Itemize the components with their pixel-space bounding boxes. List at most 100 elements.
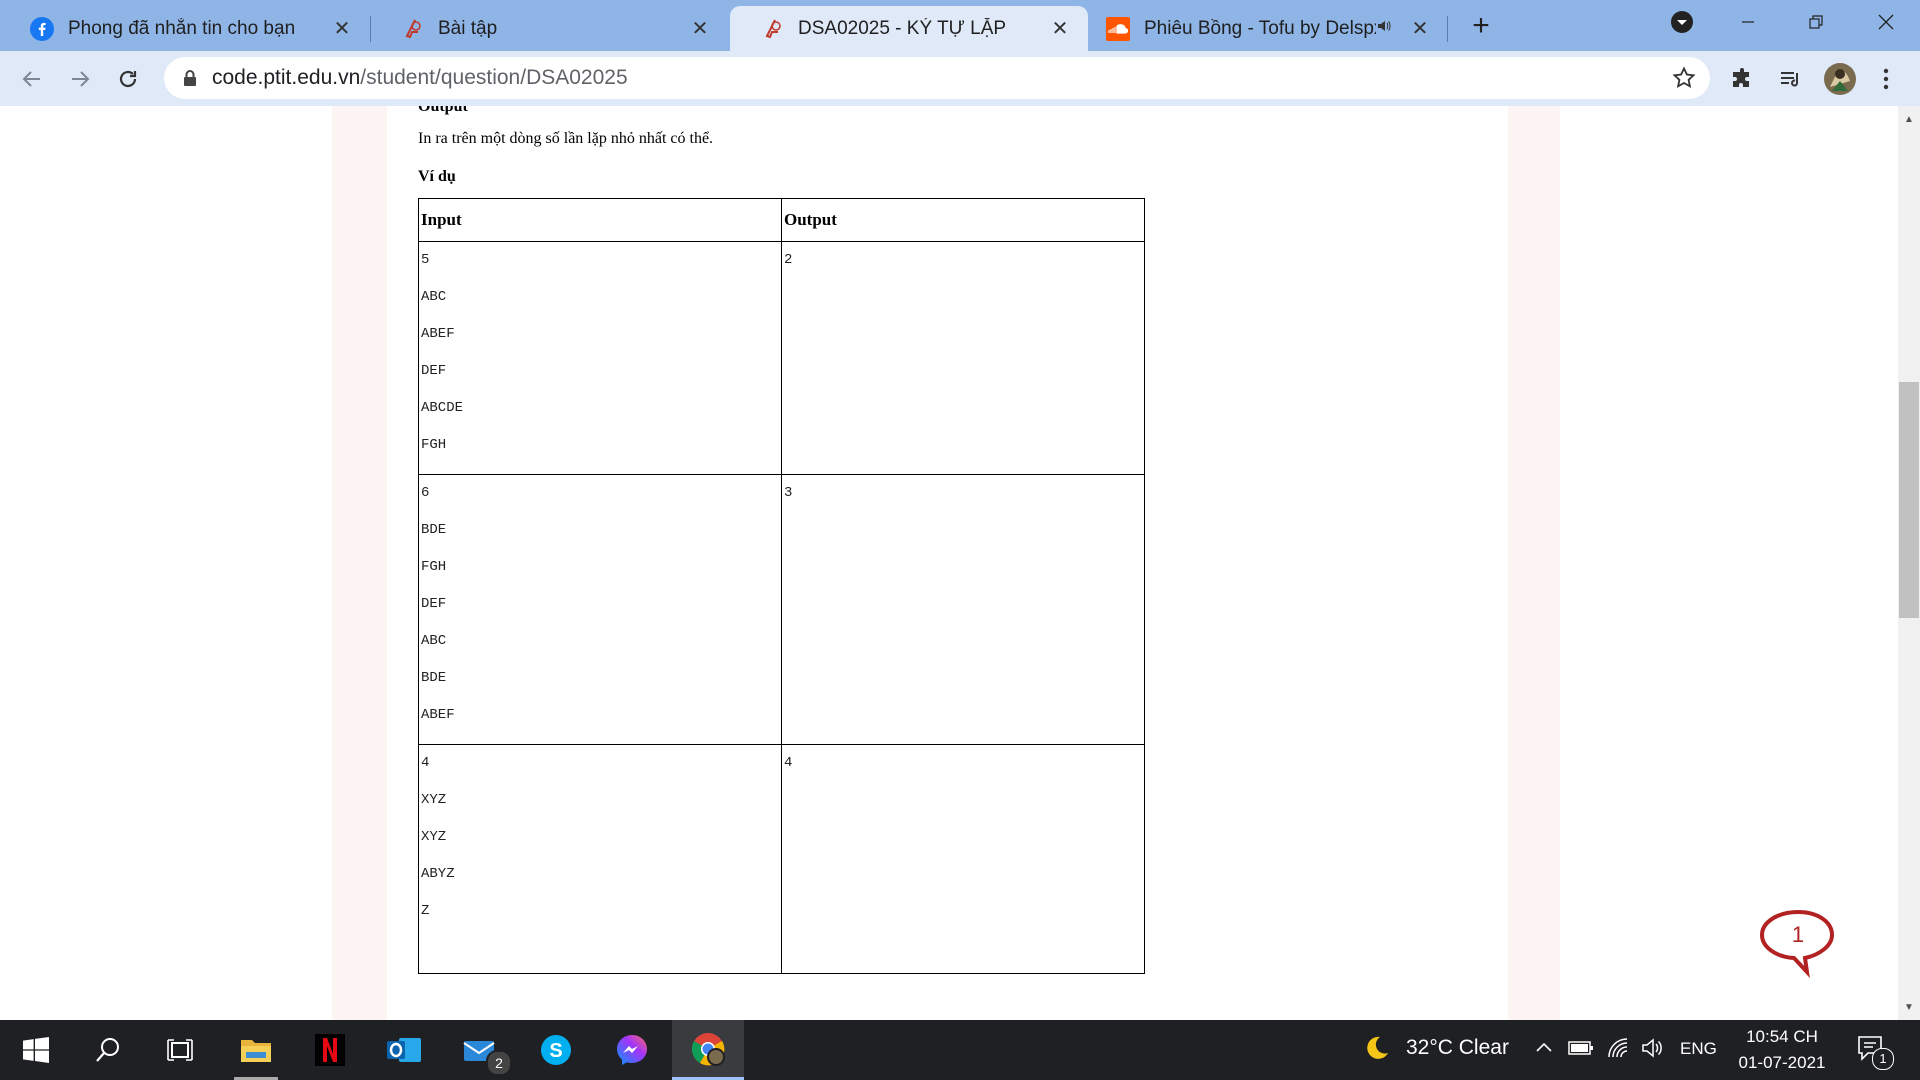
notification-badge: 1 [1872,1048,1894,1070]
page-gutter-right [1508,106,1560,1020]
task-view-button[interactable] [144,1020,216,1080]
new-tab-button[interactable]: + [1466,11,1496,42]
input-line: FGH [421,437,447,453]
chevron-up-icon[interactable] [1534,1038,1554,1064]
search-button[interactable] [72,1020,144,1080]
volume-icon[interactable] [1640,1036,1664,1066]
chat-badge: 1 [1791,922,1805,947]
input-line: DEF [421,596,447,612]
close-tab-icon[interactable]: ✕ [1048,17,1072,41]
input-line: ABCDE [421,400,464,416]
scrollbar-thumb[interactable] [1899,382,1919,618]
language-indicator[interactable]: ENG [1680,1039,1717,1059]
bookmark-star-icon[interactable] [1672,66,1696,90]
tab-soundcloud[interactable]: Phiêu Bồng - Tofu by Delspx ✕ [1090,6,1448,51]
reload-button[interactable] [110,61,146,97]
clock[interactable]: 10:54 CH 01-07-2021 [1722,1024,1842,1076]
url-text: code.ptit.edu.vn/student/question/DSA020… [212,66,628,90]
example-input-cell: 4 XYZ XYZ ABYZ Z [418,744,782,974]
input-line: 6 [421,485,430,501]
url-host: code.ptit.edu.vn [212,66,361,89]
mail-app[interactable]: 2 [444,1020,516,1080]
file-explorer-app[interactable] [220,1020,292,1080]
tab-dsa02025[interactable]: DSA02025 - KÝ TỰ LẶP ✕ [730,6,1088,51]
more-menu-icon[interactable] [1872,65,1900,93]
close-tab-icon[interactable]: ✕ [1408,17,1432,41]
url-path: /student/question/DSA02025 [360,66,628,89]
facebook-icon [30,16,54,41]
start-button[interactable] [0,1020,72,1080]
outlook-app[interactable] [368,1020,440,1080]
input-line: ABEF [421,707,455,723]
input-line: 4 [421,755,430,771]
minimize-button[interactable] [1718,0,1778,44]
wifi-icon[interactable] [1606,1036,1630,1066]
weather-text[interactable]: 32°C Clear [1406,1036,1509,1060]
example-output-cell: 4 [781,744,1145,974]
messenger-app[interactable] [596,1020,668,1080]
page-background [0,106,332,1020]
outlook-icon [387,1038,421,1062]
netflix-app[interactable] [294,1020,366,1080]
input-line: ABEF [421,326,455,342]
weather-moon-icon[interactable] [1362,1034,1390,1068]
notification-center-icon[interactable]: 1 [1856,1034,1894,1070]
clock-time: 10:54 CH [1746,1027,1818,1046]
forward-button[interactable] [62,61,98,97]
example-input-cell: 6 BDE FGH DEF ABC BDE ABEF [418,474,782,745]
svg-text:S: S [549,1040,562,1062]
tab-title: Bài tập [438,17,498,39]
media-control-icon[interactable] [1776,65,1804,93]
output-line: 3 [784,485,793,501]
clock-date: 01-07-2021 [1738,1053,1826,1072]
task-view-icon [167,1039,193,1061]
scroll-up-arrow[interactable]: ▲ [1898,110,1920,130]
output-line: 4 [784,755,793,771]
page-gutter-left [332,106,387,1020]
input-line: ABC [421,633,447,649]
browser-toolbar: code.ptit.edu.vn/student/question/DSA020… [0,51,1920,107]
example-heading: Ví dụ [418,168,456,185]
tab-bai-tap[interactable]: Bài tập ✕ [370,6,728,51]
input-line: 5 [421,252,430,268]
chrome-app[interactable] [672,1020,744,1080]
output-description: In ra trên một dòng số lần lặp nhỏ nhất … [418,130,714,147]
restore-button[interactable] [1786,0,1846,44]
table-row: 5 ABC ABEF DEF ABCDE FGH 2 [418,241,1145,475]
scroll-down-arrow[interactable]: ▼ [1898,998,1920,1018]
tab-search-button[interactable] [1652,0,1712,44]
input-line: DEF [421,363,447,379]
back-button[interactable] [14,61,50,97]
profile-avatar[interactable] [1824,63,1856,95]
input-line: BDE [421,522,447,538]
close-tab-icon[interactable]: ✕ [688,17,712,41]
soundcloud-icon [1106,16,1130,41]
close-tab-icon[interactable]: ✕ [330,17,354,41]
arrow-left-icon [22,71,40,87]
tab-title: DSA02025 - KÝ TỰ LẶP [798,17,1007,39]
table-header-row: Input Output [418,198,1145,242]
input-line: Z [421,903,430,919]
ptit-code-icon [400,17,424,41]
tab-facebook[interactable]: Phong đã nhắn tin cho bạn ✕ [0,6,370,51]
skype-app[interactable]: S [520,1020,592,1080]
input-line: FGH [421,559,447,575]
battery-icon[interactable] [1568,1038,1594,1064]
table-row: 6 BDE FGH DEF ABC BDE ABEF 3 [418,474,1145,745]
tab-title: Phiêu Bồng - Tofu by Delspx [1144,17,1376,39]
tab-title: Phong đã nhắn tin cho bạn [68,17,296,39]
example-output-cell: 3 [781,474,1145,745]
tab-separator [1447,16,1448,42]
address-bar[interactable]: code.ptit.edu.vn/student/question/DSA020… [164,57,1710,99]
example-input-cell: 5 ABC ABEF DEF ABCDE FGH [418,241,782,475]
chat-button[interactable]: 1 [1758,908,1838,979]
table-row: 4 XYZ XYZ ABYZ Z 4 [418,744,1145,974]
windows-logo-icon [23,1037,49,1063]
speaker-icon[interactable] [1376,18,1398,40]
input-line: BDE [421,670,447,686]
mail-badge: 2 [486,1050,512,1076]
close-window-button[interactable] [1856,0,1916,44]
extensions-icon[interactable] [1728,65,1756,93]
input-line: ABYZ [421,866,455,882]
example-output-cell: 2 [781,241,1145,475]
